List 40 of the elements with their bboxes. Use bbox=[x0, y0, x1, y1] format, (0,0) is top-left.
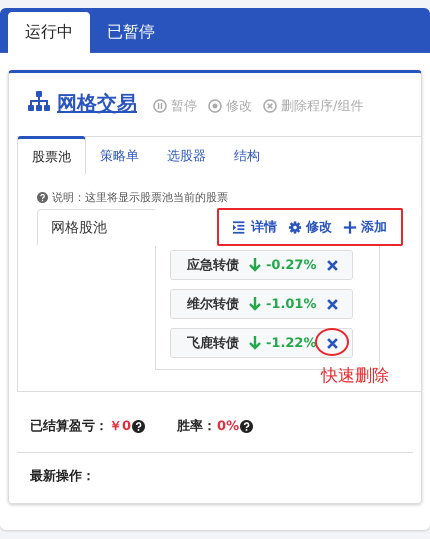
latest-label: 最新操作： bbox=[29, 468, 96, 485]
toolbar-button[interactable]: 详情 bbox=[233, 218, 277, 236]
indent-icon bbox=[233, 220, 247, 234]
stat-label: 已结算盈亏： bbox=[30, 418, 108, 435]
close-icon bbox=[326, 260, 338, 270]
program-title-link[interactable]: 网格交易 bbox=[57, 90, 137, 117]
tab[interactable]: 运行中 bbox=[8, 12, 90, 53]
remove-button[interactable] bbox=[326, 260, 338, 270]
toolbar-button[interactable]: 修改 bbox=[288, 218, 332, 236]
dot-circle-icon bbox=[208, 99, 222, 113]
stat-value: 0% bbox=[217, 418, 240, 434]
question-circle-icon bbox=[132, 420, 146, 432]
close-icon bbox=[263, 99, 277, 113]
remove-button[interactable] bbox=[326, 338, 338, 348]
close-icon bbox=[326, 298, 338, 310]
question-circle-icon bbox=[37, 192, 48, 203]
question-circle-icon bbox=[240, 420, 254, 432]
gear-icon bbox=[288, 220, 302, 234]
close-icon bbox=[326, 338, 338, 348]
change-value: -1.01% bbox=[266, 296, 316, 312]
tab[interactable]: 结构 bbox=[220, 137, 274, 174]
change-value: -1.22% bbox=[266, 336, 316, 350]
plus-icon bbox=[343, 220, 357, 234]
pause-icon bbox=[153, 99, 167, 113]
stock-name: 维尔转债 bbox=[187, 296, 239, 313]
pool-name-tab[interactable]: 网格股池 bbox=[37, 209, 155, 245]
annotation-text: 快速删除 bbox=[321, 365, 389, 387]
tab[interactable]: 策略单 bbox=[86, 137, 153, 174]
tab[interactable]: 选股器 bbox=[153, 137, 220, 174]
toolbar-button[interactable]: 添加 bbox=[343, 218, 387, 236]
stat-label: 胜率： bbox=[177, 418, 216, 435]
tab[interactable]: 已暂停 bbox=[90, 12, 172, 53]
stat-value: ￥0 bbox=[109, 418, 132, 435]
sitemap-icon bbox=[28, 91, 50, 111]
stock-name: 飞鹿转债 bbox=[187, 334, 239, 352]
change-value: -0.27% bbox=[266, 258, 316, 272]
remove-button[interactable] bbox=[326, 298, 338, 310]
pool-description: 说明：这里将显示股票池当前的股票 bbox=[52, 190, 228, 205]
stock-name: 应急转债 bbox=[187, 256, 239, 274]
tab[interactable]: 股票池 bbox=[17, 136, 86, 174]
